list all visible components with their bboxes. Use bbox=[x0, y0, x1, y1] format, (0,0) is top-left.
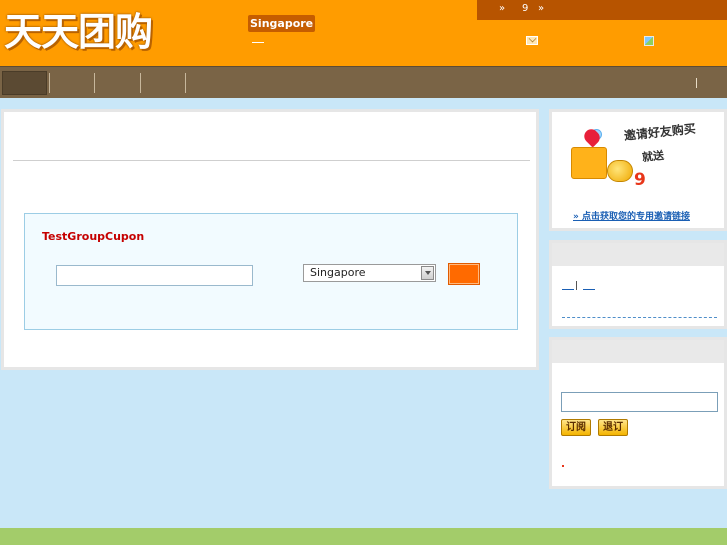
email-subscribe-panel: 订阅 退订 bbox=[549, 337, 727, 489]
gift-box-icon bbox=[571, 147, 607, 179]
status-dot bbox=[562, 465, 564, 467]
invite-title: 邀请好友购买 bbox=[623, 121, 697, 143]
unsubscribe-button[interactable]: 退订 bbox=[598, 419, 628, 436]
image-icon[interactable] bbox=[644, 36, 654, 46]
invite-subtitle: 就送 bbox=[641, 148, 665, 165]
link-separator bbox=[576, 281, 577, 290]
content-divider bbox=[13, 160, 530, 161]
keyword-search-input[interactable] bbox=[56, 265, 253, 286]
side-link-1[interactable] bbox=[562, 289, 574, 290]
get-invite-link[interactable]: » 点击获取您的专用邀请链接 bbox=[573, 209, 690, 222]
search-box-title: TestGroupCupon bbox=[42, 230, 145, 243]
topbar-arrow-left[interactable]: » bbox=[499, 3, 505, 14]
main-content-panel: TestGroupCupon Singapore bbox=[1, 109, 539, 370]
site-logo[interactable]: 天天团购 bbox=[4, 10, 153, 54]
topbar-arrow-right[interactable]: » bbox=[538, 3, 544, 14]
deal-search-box: TestGroupCupon Singapore bbox=[24, 213, 518, 330]
invite-friends-panel: 邀请好友购买 就送 9 » 点击获取您的专用邀请链接 bbox=[549, 109, 727, 231]
panel-header bbox=[552, 340, 724, 363]
chevron-down-icon[interactable] bbox=[421, 266, 434, 280]
subscribe-email-input[interactable] bbox=[561, 392, 718, 412]
main-nav bbox=[0, 66, 727, 98]
site-footer bbox=[0, 528, 727, 545]
side-link-2[interactable] bbox=[583, 289, 595, 290]
nav-separator bbox=[185, 73, 186, 93]
city-select-value: Singapore bbox=[310, 266, 366, 279]
mail-icon[interactable] bbox=[526, 36, 538, 45]
switch-city-link[interactable] bbox=[252, 42, 264, 43]
site-header: 天天团购 Singapore » 9 » bbox=[0, 0, 727, 66]
nav-separator-right bbox=[696, 78, 697, 88]
side-links-panel bbox=[549, 240, 727, 329]
city-select[interactable]: Singapore bbox=[303, 264, 436, 282]
topbar-count: 9 bbox=[522, 3, 529, 14]
current-city-badge[interactable]: Singapore bbox=[248, 15, 316, 32]
nav-item[interactable] bbox=[50, 71, 94, 95]
subscribe-button[interactable]: 订阅 bbox=[561, 419, 591, 436]
nav-item-active[interactable] bbox=[2, 71, 47, 95]
panel-header bbox=[552, 243, 724, 266]
nav-item[interactable] bbox=[95, 71, 140, 95]
invite-reward-amount: 9 bbox=[634, 170, 646, 190]
top-bar: » 9 » bbox=[477, 0, 727, 20]
search-button[interactable] bbox=[448, 263, 480, 285]
dashed-divider bbox=[562, 317, 717, 318]
nav-item[interactable] bbox=[141, 71, 185, 95]
coins-icon bbox=[607, 160, 633, 182]
